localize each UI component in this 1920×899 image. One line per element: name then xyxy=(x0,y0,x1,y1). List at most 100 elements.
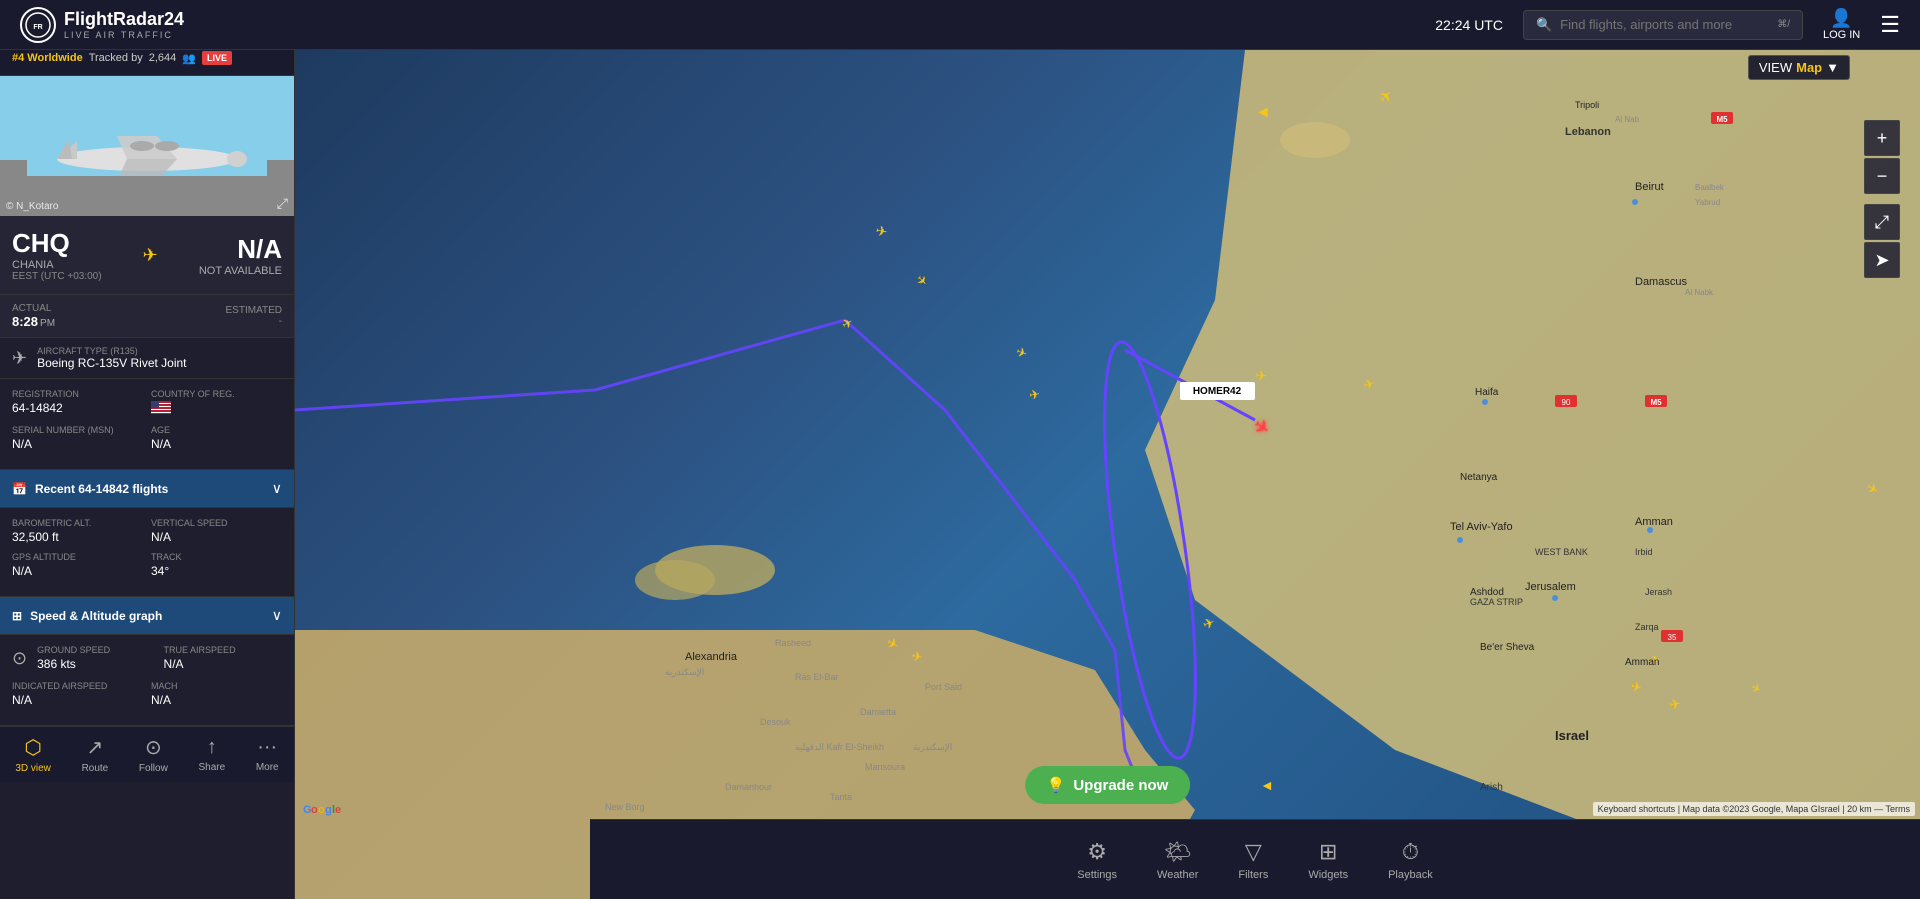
svg-text:✈: ✈ xyxy=(1014,344,1029,362)
origin-city: CHANIA xyxy=(12,259,102,271)
search-input[interactable] xyxy=(1560,17,1769,32)
search-icon: 🔍 xyxy=(1536,17,1552,33)
nav-share[interactable]: ↑ Share xyxy=(198,736,225,773)
filters-toolbar-item[interactable]: ▽ Filters xyxy=(1238,839,1268,881)
upgrade-button[interactable]: 💡 Upgrade now xyxy=(1025,766,1191,804)
nav-route[interactable]: ↗ Route xyxy=(82,735,109,774)
ground-speed-label: GROUND SPEED xyxy=(37,645,155,655)
svg-text:◄: ◄ xyxy=(1255,104,1271,121)
age-value: N/A xyxy=(151,437,282,451)
route-icon: ↗ xyxy=(87,735,104,760)
nav-follow[interactable]: ⊙ Follow xyxy=(139,735,168,774)
recent-flights-section[interactable]: 📅 Recent 64-14842 flights ∨ xyxy=(0,470,294,508)
weather-toolbar-item[interactable]: 🌤 Weather xyxy=(1157,839,1198,881)
upgrade-label: Upgrade now xyxy=(1073,777,1168,794)
age-item: AGE N/A xyxy=(151,425,282,451)
playback-label: Playback xyxy=(1388,869,1433,881)
speed-graph-title: ⊞ Speed & Altitude graph xyxy=(12,609,162,623)
worldwide-rank: #4 Worldwide xyxy=(12,52,83,64)
login-label: LOG IN xyxy=(1823,29,1860,41)
calendar-icon: 📅 xyxy=(12,482,27,496)
login-button[interactable]: 👤 LOG IN xyxy=(1823,8,1860,41)
aircraft-type-info: AIRCRAFT TYPE (R135) Boeing RC-135V Rive… xyxy=(37,346,186,370)
registration-item: REGISTRATION 64-14842 xyxy=(12,389,143,417)
expand-image-button[interactable]: ⤢ xyxy=(277,195,288,212)
speed-graph-label: Speed & Altitude graph xyxy=(30,609,162,623)
speed-graph-section[interactable]: ⊞ Speed & Altitude graph ∨ xyxy=(0,597,294,635)
aircraft-type-row: ✈ AIRCRAFT TYPE (R135) Boeing RC-135V Ri… xyxy=(0,338,294,379)
nav-more[interactable]: ··· More xyxy=(256,736,279,773)
nav-3d-view[interactable]: ⬡ 3D view xyxy=(15,735,51,774)
svg-text:Damietta: Damietta xyxy=(860,707,896,717)
map-container[interactable]: ✈ ✈ ✈ ✈ ✈ ✈ ✈ ✈ ✈ ✈ ✈ ✈ ✈ ✈ ✈ ✈ ◄ ◄ ✈ HO… xyxy=(295,50,1920,899)
svg-text:Baalbek: Baalbek xyxy=(1695,183,1725,192)
svg-text:M5: M5 xyxy=(1650,398,1662,407)
route-label: Route xyxy=(82,763,109,774)
settings-toolbar-item[interactable]: ⚙ Settings xyxy=(1077,839,1117,881)
actual-time: 8:28 xyxy=(12,314,38,329)
map-data-text: Map data ©2023 Google, Mapa GIsrael xyxy=(1683,804,1840,814)
vertical-speed-label: VERTICAL SPEED xyxy=(151,518,282,528)
svg-text:Netanya: Netanya xyxy=(1460,472,1498,483)
dest-name: NOT AVAILABLE xyxy=(199,265,282,277)
filters-label: Filters xyxy=(1238,869,1268,881)
route-section: CHQ CHANIA EEST (UTC +03:00) ✈ N/A NOT A… xyxy=(0,216,294,295)
svg-text:e: e xyxy=(335,804,341,816)
live-badge: LIVE xyxy=(202,51,232,65)
photo-copyright: © N_Kotaro xyxy=(6,201,58,212)
registration-section: REGISTRATION 64-14842 COUNTRY OF REG. SE… xyxy=(0,379,294,470)
origin-timezone: EEST (UTC +03:00) xyxy=(12,271,102,282)
svg-text:✈: ✈ xyxy=(839,314,856,332)
country-flag xyxy=(151,401,282,417)
zoom-in-button[interactable]: + xyxy=(1864,120,1900,156)
svg-text:FR: FR xyxy=(33,24,42,31)
fullscreen-button[interactable]: ⤢ xyxy=(1864,204,1900,240)
tracked-label: Tracked by xyxy=(89,52,143,64)
menu-button[interactable]: ☰ xyxy=(1880,12,1900,38)
svg-text:Port Said: Port Said xyxy=(925,682,962,692)
svg-text:Ashdod: Ashdod xyxy=(1470,587,1504,598)
mach-label: MACH xyxy=(151,681,282,691)
follow-label: Follow xyxy=(139,763,168,774)
mach-item: MACH N/A xyxy=(151,681,282,707)
playback-toolbar-item[interactable]: ⏱ Playback xyxy=(1388,839,1433,881)
map-controls: + − ⤢ ➤ xyxy=(1864,120,1900,278)
svg-text:35: 35 xyxy=(1668,633,1677,642)
zoom-out-button[interactable]: − xyxy=(1864,158,1900,194)
origin-container: CHQ CHANIA EEST (UTC +03:00) xyxy=(12,228,102,282)
widgets-toolbar-item[interactable]: ⊞ Widgets xyxy=(1308,839,1348,881)
svg-text:✈: ✈ xyxy=(1201,614,1217,633)
svg-text:90: 90 xyxy=(1562,398,1571,407)
compass-button[interactable]: ➤ xyxy=(1864,242,1900,278)
flight-detail-panel: HOMER42 R135 ✕ United States - US Air Fo… xyxy=(0,0,295,899)
svg-text:✈: ✈ xyxy=(1028,386,1041,403)
weather-icon: 🌤 xyxy=(1164,839,1192,865)
svg-text:Be'er Sheva: Be'er Sheva xyxy=(1480,642,1535,653)
settings-label: Settings xyxy=(1077,869,1117,881)
gps-alt-value: N/A xyxy=(12,564,143,578)
svg-text:WEST BANK: WEST BANK xyxy=(1535,547,1588,557)
logo-text-container: FlightRadar24 LIVE AIR TRAFFIC xyxy=(64,9,184,40)
follow-icon: ⊙ xyxy=(145,735,162,760)
keyboard-shortcuts-link[interactable]: Keyboard shortcuts xyxy=(1598,804,1676,814)
tracking-info: #4 Worldwide Tracked by 2,644 👥 LIVE xyxy=(12,51,282,65)
view-selector[interactable]: VIEW Map ▼ xyxy=(1748,55,1850,80)
age-label: AGE xyxy=(151,425,282,435)
dest-iata: N/A xyxy=(199,234,282,265)
speed-section: ⊙ GROUND SPEED 386 kts TRUE AIRSPEED N/A… xyxy=(0,635,294,726)
aircraft-icon: ✈ xyxy=(12,348,27,369)
map-type-label: Map xyxy=(1796,60,1822,75)
svg-text:الإسكندرية: الإسكندرية xyxy=(665,667,704,678)
person-icon: 👤 xyxy=(1830,8,1852,29)
svg-text:Zarqa: Zarqa xyxy=(1635,622,1659,632)
indicated-airspeed-value: N/A xyxy=(12,693,143,707)
search-container[interactable]: 🔍 ⌘/ xyxy=(1523,10,1803,40)
true-airspeed-label: TRUE AIRSPEED xyxy=(164,645,282,655)
indicated-airspeed-label: INDICATED AIRSPEED xyxy=(12,681,143,691)
ground-speed-item: GROUND SPEED 386 kts xyxy=(37,645,155,671)
scale-label: 20 km xyxy=(1847,804,1872,814)
estimated-time-container: ESTIMATED - xyxy=(226,305,282,327)
current-time: 22:24 UTC xyxy=(1435,17,1503,33)
svg-text:Damascus: Damascus xyxy=(1635,276,1687,288)
map-data-attribution: Keyboard shortcuts | Map data ©2023 Goog… xyxy=(1593,802,1915,816)
